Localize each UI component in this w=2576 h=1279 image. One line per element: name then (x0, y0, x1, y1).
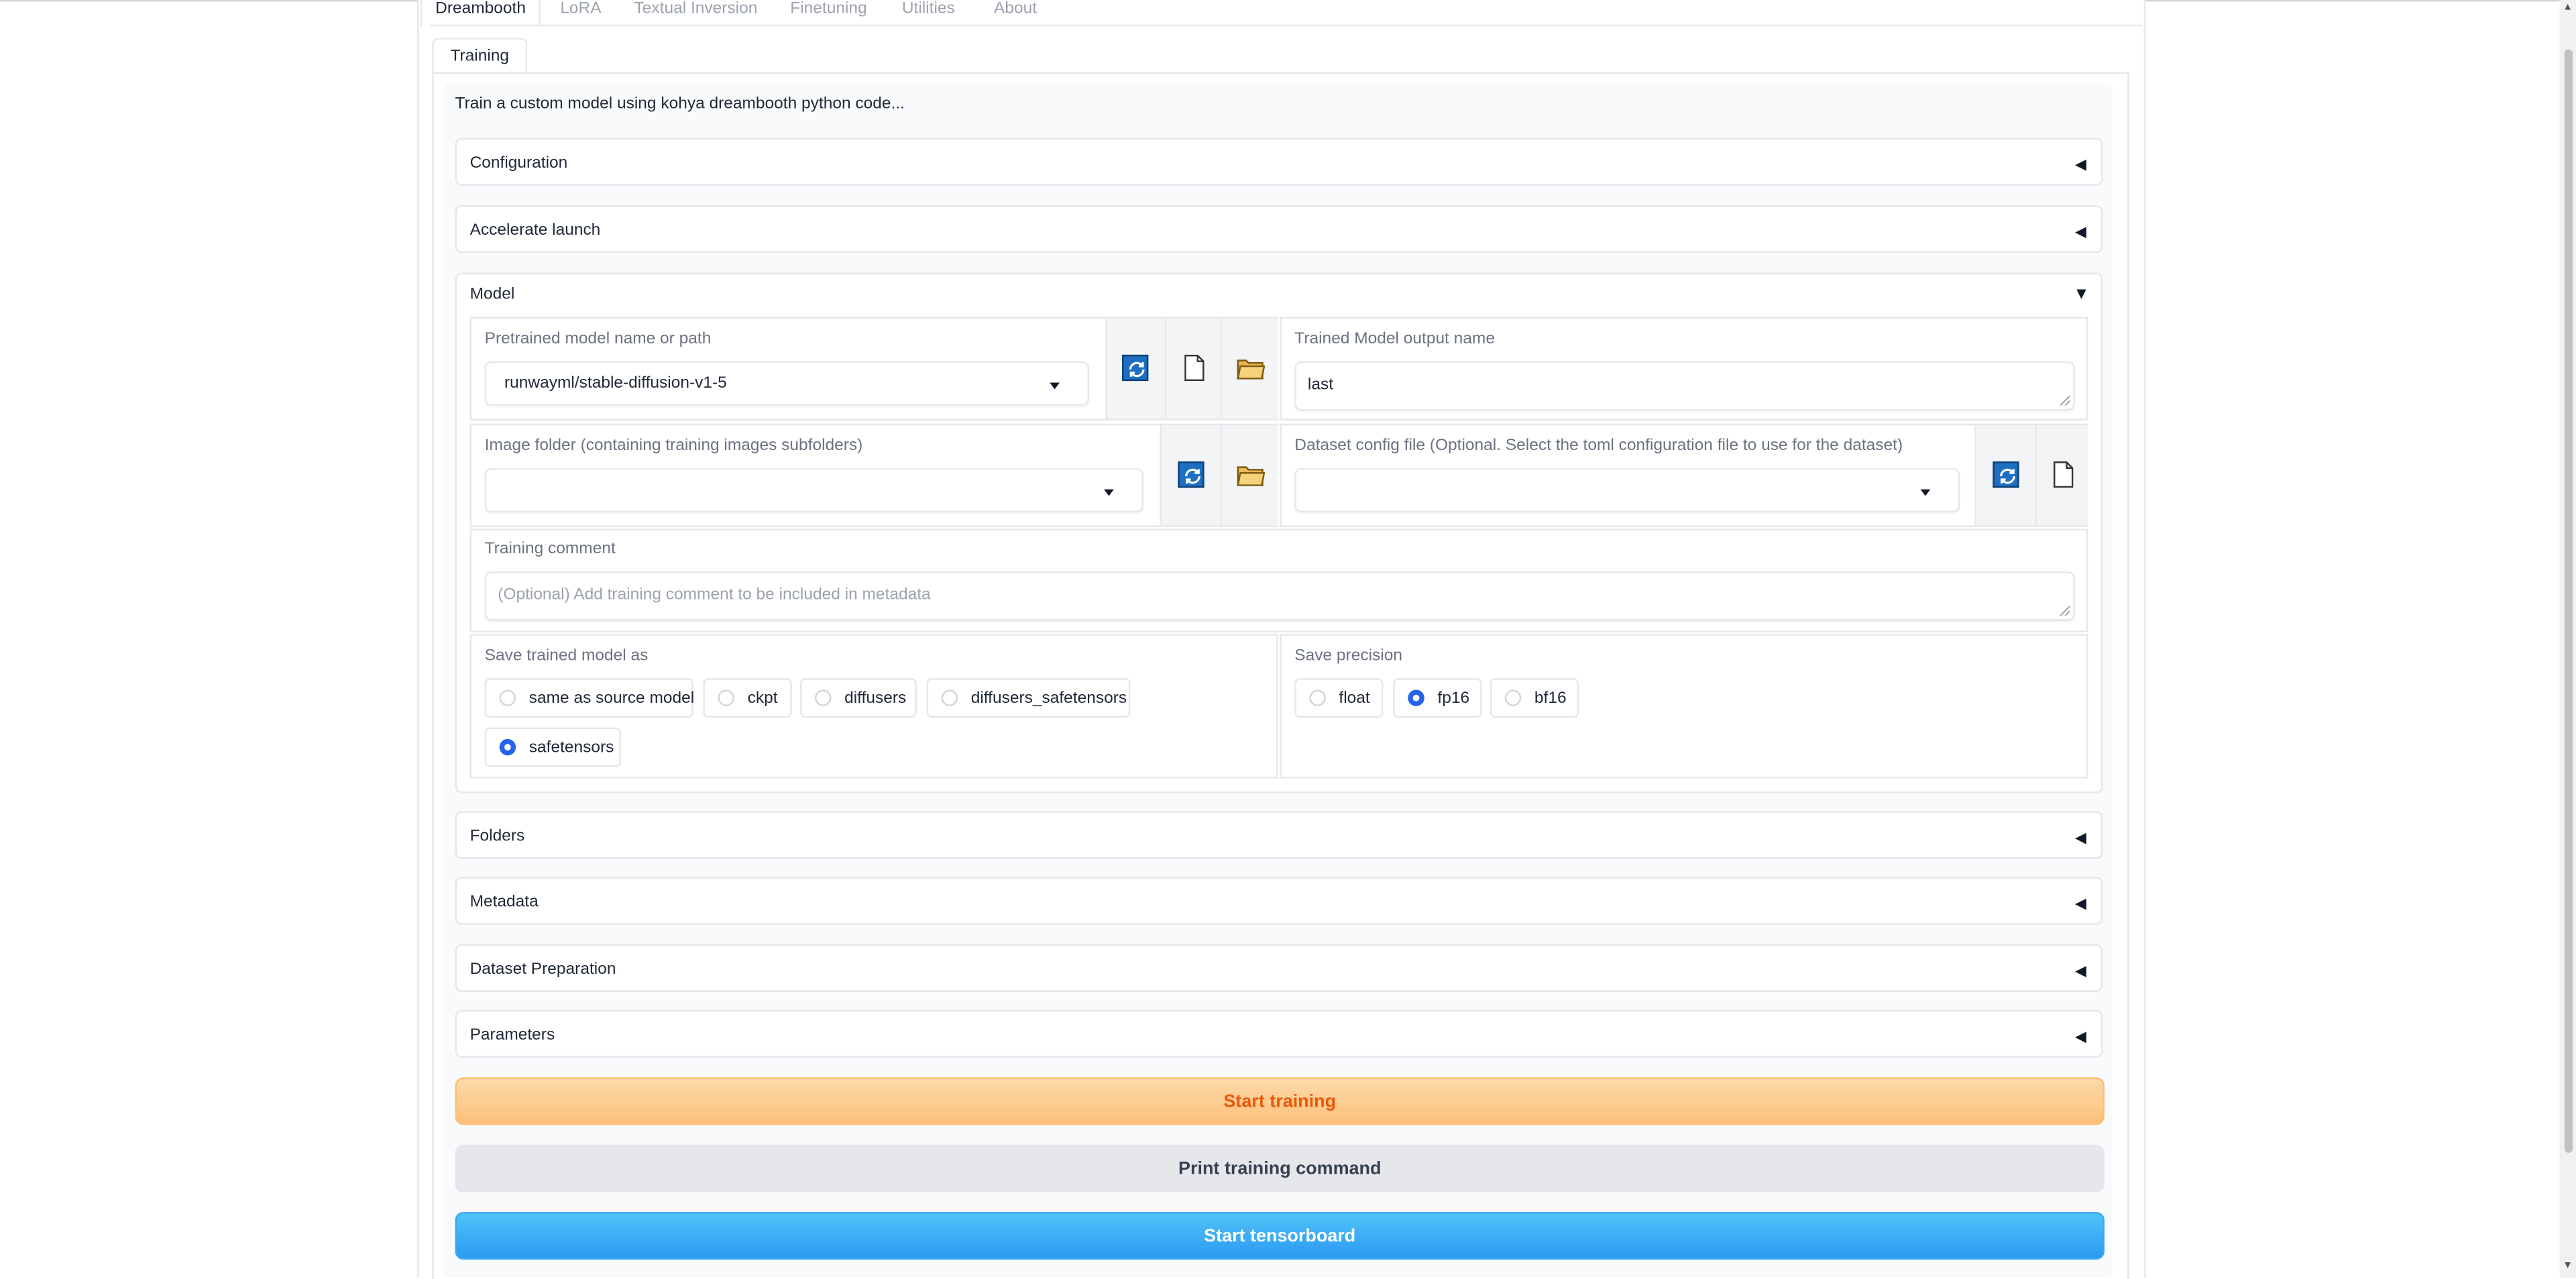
radio-same-as-source[interactable]: same as source model (484, 678, 695, 718)
accordion-model-label[interactable]: Model (470, 286, 515, 305)
radio-label: same as source model (528, 689, 695, 708)
radio-circle-selected (499, 738, 516, 756)
dropdown-value: runwayml/stable-diffusion-v1-5 (504, 374, 727, 393)
save-as-label: Save trained model as (484, 647, 649, 665)
tab-utilities[interactable]: Utilities (902, 0, 955, 26)
refresh-icon[interactable] (1178, 461, 1205, 488)
collapse-arrow-icon: ◀ (2075, 1027, 2086, 1045)
pretrained-model-dropdown[interactable]: runwayml/stable-diffusion-v1-5 (484, 361, 1090, 406)
scroll-up-arrow-icon[interactable]: ▲ (2563, 3, 2573, 13)
accordion-label: Metadata (469, 893, 539, 911)
accordion-parameters[interactable]: Parameters ◀ (455, 1009, 2103, 1058)
collapse-arrow-icon: ◀ (2075, 895, 2086, 911)
refresh-button-cell[interactable] (1974, 425, 2036, 526)
radio-label: float (1339, 689, 1370, 708)
radio-diffusers[interactable]: diffusers (799, 678, 917, 718)
radio-circle (1504, 689, 1522, 706)
accordion-folders[interactable]: Folders ◀ (455, 811, 2103, 859)
select-file-button-cell[interactable] (1164, 319, 1221, 419)
radio-circle (1309, 689, 1326, 706)
output-name-input[interactable]: last (1294, 361, 2075, 411)
accordion-label: Configuration (469, 154, 568, 173)
radio-label: fp16 (1437, 689, 1470, 708)
select-folder-button-cell[interactable] (1221, 425, 1278, 526)
resize-handle-icon[interactable] (2060, 606, 2070, 616)
collapse-arrow-icon: ◀ (2075, 156, 2086, 173)
save-precision-label: Save precision (1294, 647, 1402, 665)
accordion-label: Accelerate launch (469, 221, 601, 240)
radio-ckpt[interactable]: ckpt (703, 678, 792, 718)
select-folder-button-cell[interactable] (1221, 319, 1278, 419)
radio-diffusers-safetensors[interactable]: diffusers_safetensors (926, 678, 1131, 718)
folder-icon[interactable] (1237, 465, 1266, 486)
chevron-down-icon (1050, 382, 1060, 390)
radio-circle-selected (1408, 689, 1424, 706)
page-description: Train a custom model using kohya dreambo… (455, 95, 905, 113)
refresh-button-cell[interactable] (1105, 319, 1165, 419)
active-tab-outline (421, 0, 541, 27)
radio-label: diffusers_safetensors (970, 689, 1127, 708)
input-placeholder: (Optional) Add training comment to be in… (498, 586, 931, 605)
tabs-divider (430, 24, 2143, 27)
pretrained-model-label: Pretrained model name or path (484, 330, 712, 349)
accordion-label: Dataset Preparation (469, 960, 616, 979)
accordion-metadata[interactable]: Metadata ◀ (455, 877, 2103, 925)
radio-label: safetensors (528, 738, 614, 757)
start-training-button[interactable]: Start training (455, 1077, 2105, 1125)
collapse-arrow-icon: ◀ (2075, 223, 2086, 240)
tab-lora[interactable]: LoRA (560, 0, 601, 26)
image-folder-label: Image folder (containing training images… (484, 437, 863, 455)
print-training-command-button[interactable]: Print training command (455, 1144, 2105, 1192)
radio-bf16[interactable]: bf16 (1490, 678, 1579, 718)
radio-label: diffusers (844, 689, 907, 708)
radio-circle (941, 689, 958, 706)
tab-finetuning[interactable]: Finetuning (790, 0, 866, 26)
radio-label: bf16 (1534, 689, 1567, 708)
resize-handle-icon[interactable] (2060, 396, 2070, 406)
accordion-accelerate-launch[interactable]: Accelerate launch ◀ (455, 205, 2103, 254)
refresh-button-cell[interactable] (1160, 425, 1221, 526)
select-file-button-cell[interactable] (2035, 425, 2088, 526)
tab-textual-inversion[interactable]: Textual Inversion (634, 0, 758, 26)
chevron-down-icon (1920, 489, 1931, 496)
radio-fp16[interactable]: fp16 (1393, 678, 1482, 718)
input-value: last (1307, 376, 1334, 394)
scroll-down-arrow-icon[interactable]: ▼ (2563, 1262, 2573, 1272)
radio-float[interactable]: float (1294, 678, 1384, 718)
collapse-arrow-icon: ◀ (2075, 829, 2086, 846)
accordion-label: Folders (469, 828, 525, 846)
collapse-arrow-icon: ◀ (2075, 962, 2086, 979)
refresh-icon[interactable] (1122, 354, 1149, 382)
folder-icon[interactable] (1237, 358, 1266, 380)
scrollbar-thumb[interactable] (2564, 49, 2573, 1153)
expand-arrow-icon[interactable]: ▼ (2073, 286, 2089, 305)
radio-circle (499, 689, 516, 706)
image-folder-dropdown[interactable] (484, 467, 1143, 512)
radio-label: ckpt (747, 689, 778, 708)
dataset-config-dropdown[interactable] (1294, 467, 1960, 512)
output-name-label: Trained Model output name (1294, 330, 1495, 349)
radio-circle (815, 689, 832, 706)
dataset-config-label: Dataset config file (Optional. Select th… (1294, 437, 1903, 455)
document-icon[interactable] (2054, 461, 2074, 488)
tab-about[interactable]: About (994, 0, 1037, 26)
radio-safetensors[interactable]: safetensors (484, 727, 621, 767)
start-tensorboard-button[interactable]: Start tensorboard (455, 1212, 2105, 1260)
accordion-configuration[interactable]: Configuration ◀ (455, 137, 2103, 186)
tab-training[interactable]: Training (432, 38, 528, 74)
document-icon[interactable] (1184, 354, 1205, 382)
app-stage: Dreambooth LoRA Textual Inversion Finetu… (0, 0, 2576, 1279)
training-comment-label: Training comment (484, 540, 616, 559)
radio-circle (718, 689, 734, 706)
training-comment-input[interactable]: (Optional) Add training comment to be in… (484, 571, 2075, 621)
refresh-icon[interactable] (1993, 461, 2019, 488)
chevron-down-icon (1104, 489, 1114, 496)
accordion-dataset-preparation[interactable]: Dataset Preparation ◀ (455, 944, 2103, 992)
accordion-label: Parameters (469, 1026, 555, 1045)
